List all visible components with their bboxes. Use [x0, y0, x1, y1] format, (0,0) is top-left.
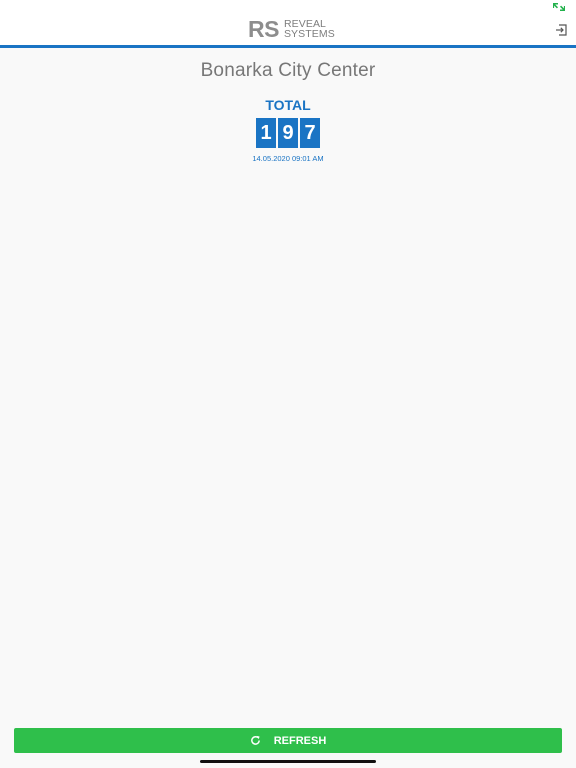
- location-title: Bonarka City Center: [200, 60, 376, 81]
- last-updated-timestamp: 14.05.2020 09:01 AM: [252, 154, 324, 163]
- logo-mark: RS: [248, 16, 279, 42]
- app-header: RS REVEAL SYSTEMS: [0, 0, 576, 48]
- home-indicator: [200, 760, 376, 763]
- counter-digit: 9: [278, 118, 298, 148]
- refresh-icon: [250, 735, 260, 745]
- brand-logo: RS REVEAL SYSTEMS: [248, 17, 335, 41]
- total-label: TOTAL: [265, 97, 311, 113]
- logo-text: REVEAL SYSTEMS: [283, 18, 335, 40]
- visitor-counter: 1 9 7: [256, 118, 320, 148]
- counter-digit: 1: [256, 118, 276, 148]
- refresh-button-label: REFRESH: [273, 734, 327, 747]
- logo-text-line2: SYSTEMS: [283, 28, 335, 40]
- counter-digit: 7: [300, 118, 320, 148]
- refresh-button[interactable]: REFRESH: [14, 728, 562, 753]
- fullscreen-arrows-icon: [553, 3, 565, 11]
- logout-icon[interactable]: [555, 24, 567, 36]
